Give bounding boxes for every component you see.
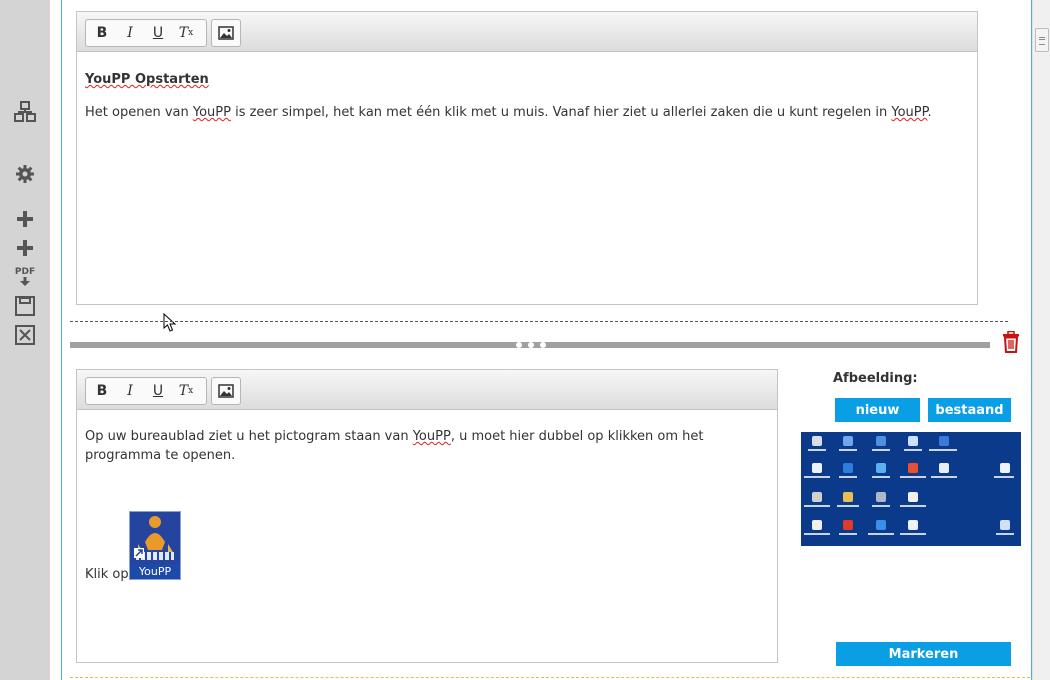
new-image-button[interactable]: nieuw <box>835 398 920 422</box>
save-icon[interactable] <box>12 293 38 319</box>
structure-icon[interactable] <box>12 99 38 125</box>
para-text: is zeer simpel, het kan met één klik met… <box>230 105 892 120</box>
italic-button[interactable]: I <box>116 21 144 45</box>
underline-button[interactable]: U <box>144 21 172 45</box>
clear-format-button[interactable]: Tx <box>172 379 200 403</box>
scrollbar-thumb[interactable] <box>1035 28 1049 52</box>
editor-content[interactable]: Op uw bureaublad ziet u het pictogram st… <box>77 410 777 481</box>
para-brand: YouPP <box>192 105 231 120</box>
image-icon[interactable] <box>214 379 238 403</box>
pdf-download-icon[interactable]: PDF <box>12 264 38 290</box>
clear-format-sub: x <box>188 28 194 38</box>
rich-text-editor-2[interactable]: B I U Tx Op uw bureaublad ziet u het pic… <box>76 369 778 663</box>
italic-button[interactable]: I <box>116 379 144 403</box>
frame-border-left <box>61 0 62 680</box>
para-text: Op uw bureaublad ziet u het pictogram st… <box>85 429 413 444</box>
editor-toolbar: B I U Tx <box>77 370 777 410</box>
bold-button[interactable]: B <box>88 21 116 45</box>
icon-caption: YouPP <box>130 564 180 579</box>
add-icon[interactable] <box>12 206 38 232</box>
desktop-screenshot-image <box>801 432 1021 546</box>
clear-format-button[interactable]: Tx <box>172 21 200 45</box>
youpp-program-icon[interactable]: YouPP <box>129 511 181 580</box>
rich-text-editor-1[interactable]: B I U Tx YouPP Opstarten Het openen van … <box>76 11 978 305</box>
format-group: B I U Tx <box>85 19 207 47</box>
splitter-handle-icon[interactable] <box>516 341 546 349</box>
image-group <box>211 377 241 405</box>
clear-format-letter: T <box>178 383 189 399</box>
gear-icon[interactable] <box>12 161 38 187</box>
afbeelding-label: Afbeelding: <box>833 371 918 386</box>
klik-op-label: Klik op: <box>85 567 133 582</box>
paragraph: Op uw bureaublad ziet u het pictogram st… <box>85 427 769 465</box>
image-group <box>211 19 241 47</box>
trash-icon[interactable] <box>1002 330 1020 353</box>
clear-format-letter: T <box>178 25 189 41</box>
para-brand: YouPP <box>412 429 451 444</box>
paragraph: Het openen van YouPP is zeer simpel, het… <box>85 103 969 122</box>
underline-button[interactable]: U <box>144 379 172 403</box>
editor-toolbar: B I U Tx <box>77 12 977 52</box>
vertical-scrollbar[interactable] <box>1032 0 1050 680</box>
left-sidebar: PDF <box>0 0 50 680</box>
clear-format-sub: x <box>188 386 194 396</box>
editor-content[interactable]: YouPP Opstarten Het openen van YouPP is … <box>77 52 977 138</box>
close-icon[interactable] <box>12 322 38 348</box>
pdf-label: PDF <box>14 267 36 277</box>
mark-button[interactable]: Markeren <box>836 642 1011 666</box>
add-icon[interactable] <box>12 235 38 261</box>
bold-button[interactable]: B <box>88 379 116 403</box>
block-separator-yellow <box>70 677 1030 678</box>
heading-text: YouPP Opstarten <box>85 72 209 87</box>
para-text: Het openen van <box>85 105 193 120</box>
mouse-pointer-icon <box>163 312 177 337</box>
block-separator <box>70 321 1008 322</box>
format-group: B I U Tx <box>85 377 207 405</box>
image-icon[interactable] <box>214 21 238 45</box>
existing-image-button[interactable]: bestaand <box>928 398 1011 422</box>
para-text: . <box>927 105 932 120</box>
section-heading: YouPP Opstarten <box>85 70 969 89</box>
para-brand: YouPP <box>891 105 928 120</box>
